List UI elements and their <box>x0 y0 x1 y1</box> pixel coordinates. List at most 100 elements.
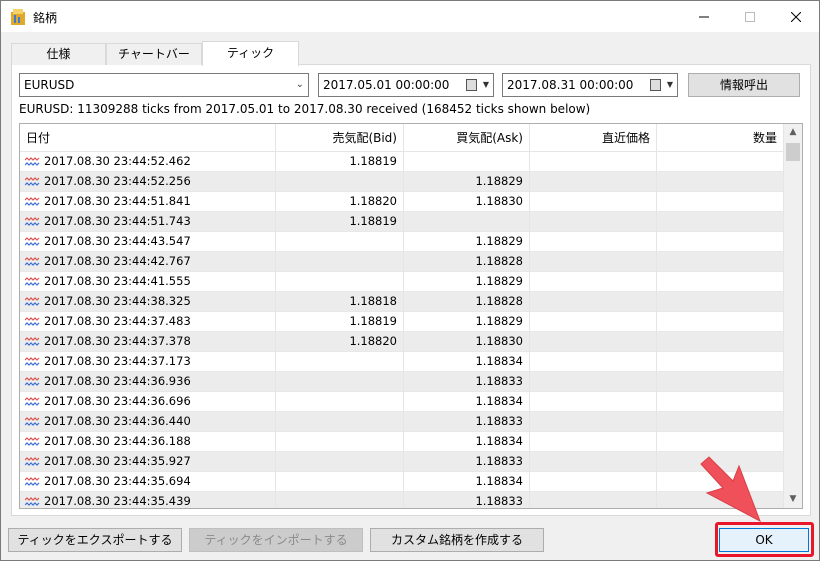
table-row[interactable]: 2017.08.30 23:44:41.555 1.18829 <box>20 272 784 292</box>
cell-date: 2017.08.30 23:44:38.325 <box>20 292 276 312</box>
table-row[interactable]: 2017.08.30 23:44:35.927 1.18833 <box>20 452 784 472</box>
cell-date: 2017.08.30 23:44:43.547 <box>20 232 276 252</box>
close-button[interactable] <box>773 1 819 32</box>
table-row[interactable]: 2017.08.30 23:44:36.188 1.18834 <box>20 432 784 452</box>
cell-bid <box>276 272 404 292</box>
cell-bid <box>276 452 404 472</box>
column-header-ask[interactable]: 買気配(Ask) <box>404 124 530 152</box>
column-header-date[interactable]: 日付 <box>20 124 276 152</box>
column-header-bid[interactable]: 売気配(Bid) <box>276 124 404 152</box>
ticks-table[interactable]: 日付 売気配(Bid) 買気配(Ask) 直近価格 数量 2017.08.30 … <box>19 123 803 509</box>
cell-volume <box>657 212 784 232</box>
cell-last <box>530 172 657 192</box>
cell-volume <box>657 272 784 292</box>
cell-bid <box>276 392 404 412</box>
date-from-picker[interactable]: 2017.05.01 00:00:00 ▼ <box>318 73 494 97</box>
pointer-arrow-icon <box>700 456 761 523</box>
dropdown-arrow-icon[interactable]: ▼ <box>667 74 673 96</box>
table-row[interactable]: 2017.08.30 23:44:37.378 1.18820 1.18830 <box>20 332 784 352</box>
cell-volume <box>657 352 784 372</box>
table-row[interactable]: 2017.08.30 23:44:37.483 1.18819 1.18829 <box>20 312 784 332</box>
cell-last <box>530 232 657 252</box>
tab-specification[interactable]: 仕様 <box>11 43 106 65</box>
chevron-down-icon: ⌄ <box>295 79 304 90</box>
cell-last <box>530 472 657 492</box>
vertical-scrollbar[interactable]: ▲ ▼ <box>784 124 802 508</box>
cell-ask: 1.18830 <box>404 192 530 212</box>
cell-volume <box>657 252 784 272</box>
scroll-thumb[interactable] <box>786 143 800 161</box>
cell-last <box>530 352 657 372</box>
cell-last <box>530 392 657 412</box>
dropdown-arrow-icon[interactable]: ▼ <box>483 74 489 96</box>
table-header: 日付 売気配(Bid) 買気配(Ask) 直近価格 数量 <box>20 124 784 152</box>
cell-last <box>530 412 657 432</box>
cell-volume <box>657 192 784 212</box>
table-row[interactable]: 2017.08.30 23:44:51.743 1.18819 <box>20 212 784 232</box>
table-body: 2017.08.30 23:44:52.462 1.18819 2017.08.30… <box>20 152 784 508</box>
table-row[interactable]: 2017.08.30 23:44:36.440 1.18833 <box>20 412 784 432</box>
cell-ask: 1.18834 <box>404 472 530 492</box>
table-row[interactable]: 2017.08.30 23:44:51.841 1.18820 1.18830 <box>20 192 784 212</box>
cell-bid <box>276 492 404 508</box>
cell-date: 2017.08.30 23:44:35.439 <box>20 492 276 508</box>
window-title: 銘柄 <box>33 11 58 25</box>
date-to-picker[interactable]: 2017.08.31 00:00:00 ▼ <box>502 73 678 97</box>
scroll-down-icon[interactable]: ▼ <box>784 491 802 508</box>
date-from-value: 2017.05.01 00:00:00 <box>323 78 450 92</box>
cell-date: 2017.08.30 23:44:51.743 <box>20 212 276 232</box>
cell-date: 2017.08.30 23:44:37.378 <box>20 332 276 352</box>
calendar-icon[interactable] <box>650 79 661 91</box>
cell-bid: 1.18819 <box>276 152 404 172</box>
table-row[interactable]: 2017.08.30 23:44:42.767 1.18828 <box>20 252 784 272</box>
table-row[interactable]: 2017.08.30 23:44:35.694 1.18834 <box>20 472 784 492</box>
cell-ask: 1.18829 <box>404 312 530 332</box>
minimize-button[interactable] <box>681 1 727 32</box>
table-row[interactable]: 2017.08.30 23:44:37.173 1.18834 <box>20 352 784 372</box>
create-custom-symbol-button[interactable]: カスタム銘柄を作成する <box>370 528 544 552</box>
cell-ask: 1.18833 <box>404 412 530 432</box>
cell-date: 2017.08.30 23:44:52.256 <box>20 172 276 192</box>
symbol-select[interactable]: EURUSD ⌄ <box>19 73 309 97</box>
symbol-select-value: EURUSD <box>24 78 75 92</box>
cell-volume <box>657 332 784 352</box>
column-header-last[interactable]: 直近価格 <box>530 124 657 152</box>
cell-last <box>530 192 657 212</box>
table-row[interactable]: 2017.08.30 23:44:52.462 1.18819 <box>20 152 784 172</box>
cell-bid <box>276 432 404 452</box>
table-row[interactable]: 2017.08.30 23:44:36.936 1.18833 <box>20 372 784 392</box>
table-row[interactable]: 2017.08.30 23:44:52.256 1.18829 <box>20 172 784 192</box>
cell-date: 2017.08.30 23:44:41.555 <box>20 272 276 292</box>
cell-date: 2017.08.30 23:44:35.927 <box>20 452 276 472</box>
cell-bid <box>276 232 404 252</box>
table-row[interactable]: 2017.08.30 23:44:43.547 1.18829 <box>20 232 784 252</box>
request-button[interactable]: 情報呼出 <box>688 73 800 97</box>
minimize-icon <box>699 16 709 17</box>
table-row[interactable]: 2017.08.30 23:44:36.696 1.18834 <box>20 392 784 412</box>
cell-bid: 1.18820 <box>276 192 404 212</box>
calendar-icon[interactable] <box>466 79 477 91</box>
cell-ask: 1.18828 <box>404 252 530 272</box>
cell-bid <box>276 472 404 492</box>
tab-ticks[interactable]: ティック <box>202 41 299 66</box>
cell-date: 2017.08.30 23:44:36.936 <box>20 372 276 392</box>
symbols-dialog: 銘柄 仕様 チャートバー ティック EURUSD ⌄ 2017.05.01 00… <box>0 0 820 561</box>
cell-volume <box>657 372 784 392</box>
cell-bid: 1.18818 <box>276 292 404 312</box>
column-header-volume[interactable]: 数量 <box>657 124 784 152</box>
cell-last <box>530 152 657 172</box>
tab-chart-bars[interactable]: チャートバー <box>106 43 202 65</box>
cell-volume <box>657 152 784 172</box>
table-row[interactable]: 2017.08.30 23:44:35.439 1.18833 <box>20 492 784 508</box>
export-ticks-button[interactable]: ティックをエクスポートする <box>8 528 182 552</box>
cell-ask: 1.18829 <box>404 232 530 252</box>
cell-bid <box>276 372 404 392</box>
table-row[interactable]: 2017.08.30 23:44:38.325 1.18818 1.18828 <box>20 292 784 312</box>
cell-date: 2017.08.30 23:44:37.483 <box>20 312 276 332</box>
cell-volume <box>657 172 784 192</box>
scroll-up-icon[interactable]: ▲ <box>784 124 802 141</box>
cell-ask: 1.18829 <box>404 272 530 292</box>
cell-ask: 1.18833 <box>404 492 530 508</box>
app-icon <box>11 9 25 25</box>
cell-date: 2017.08.30 23:44:36.696 <box>20 392 276 412</box>
